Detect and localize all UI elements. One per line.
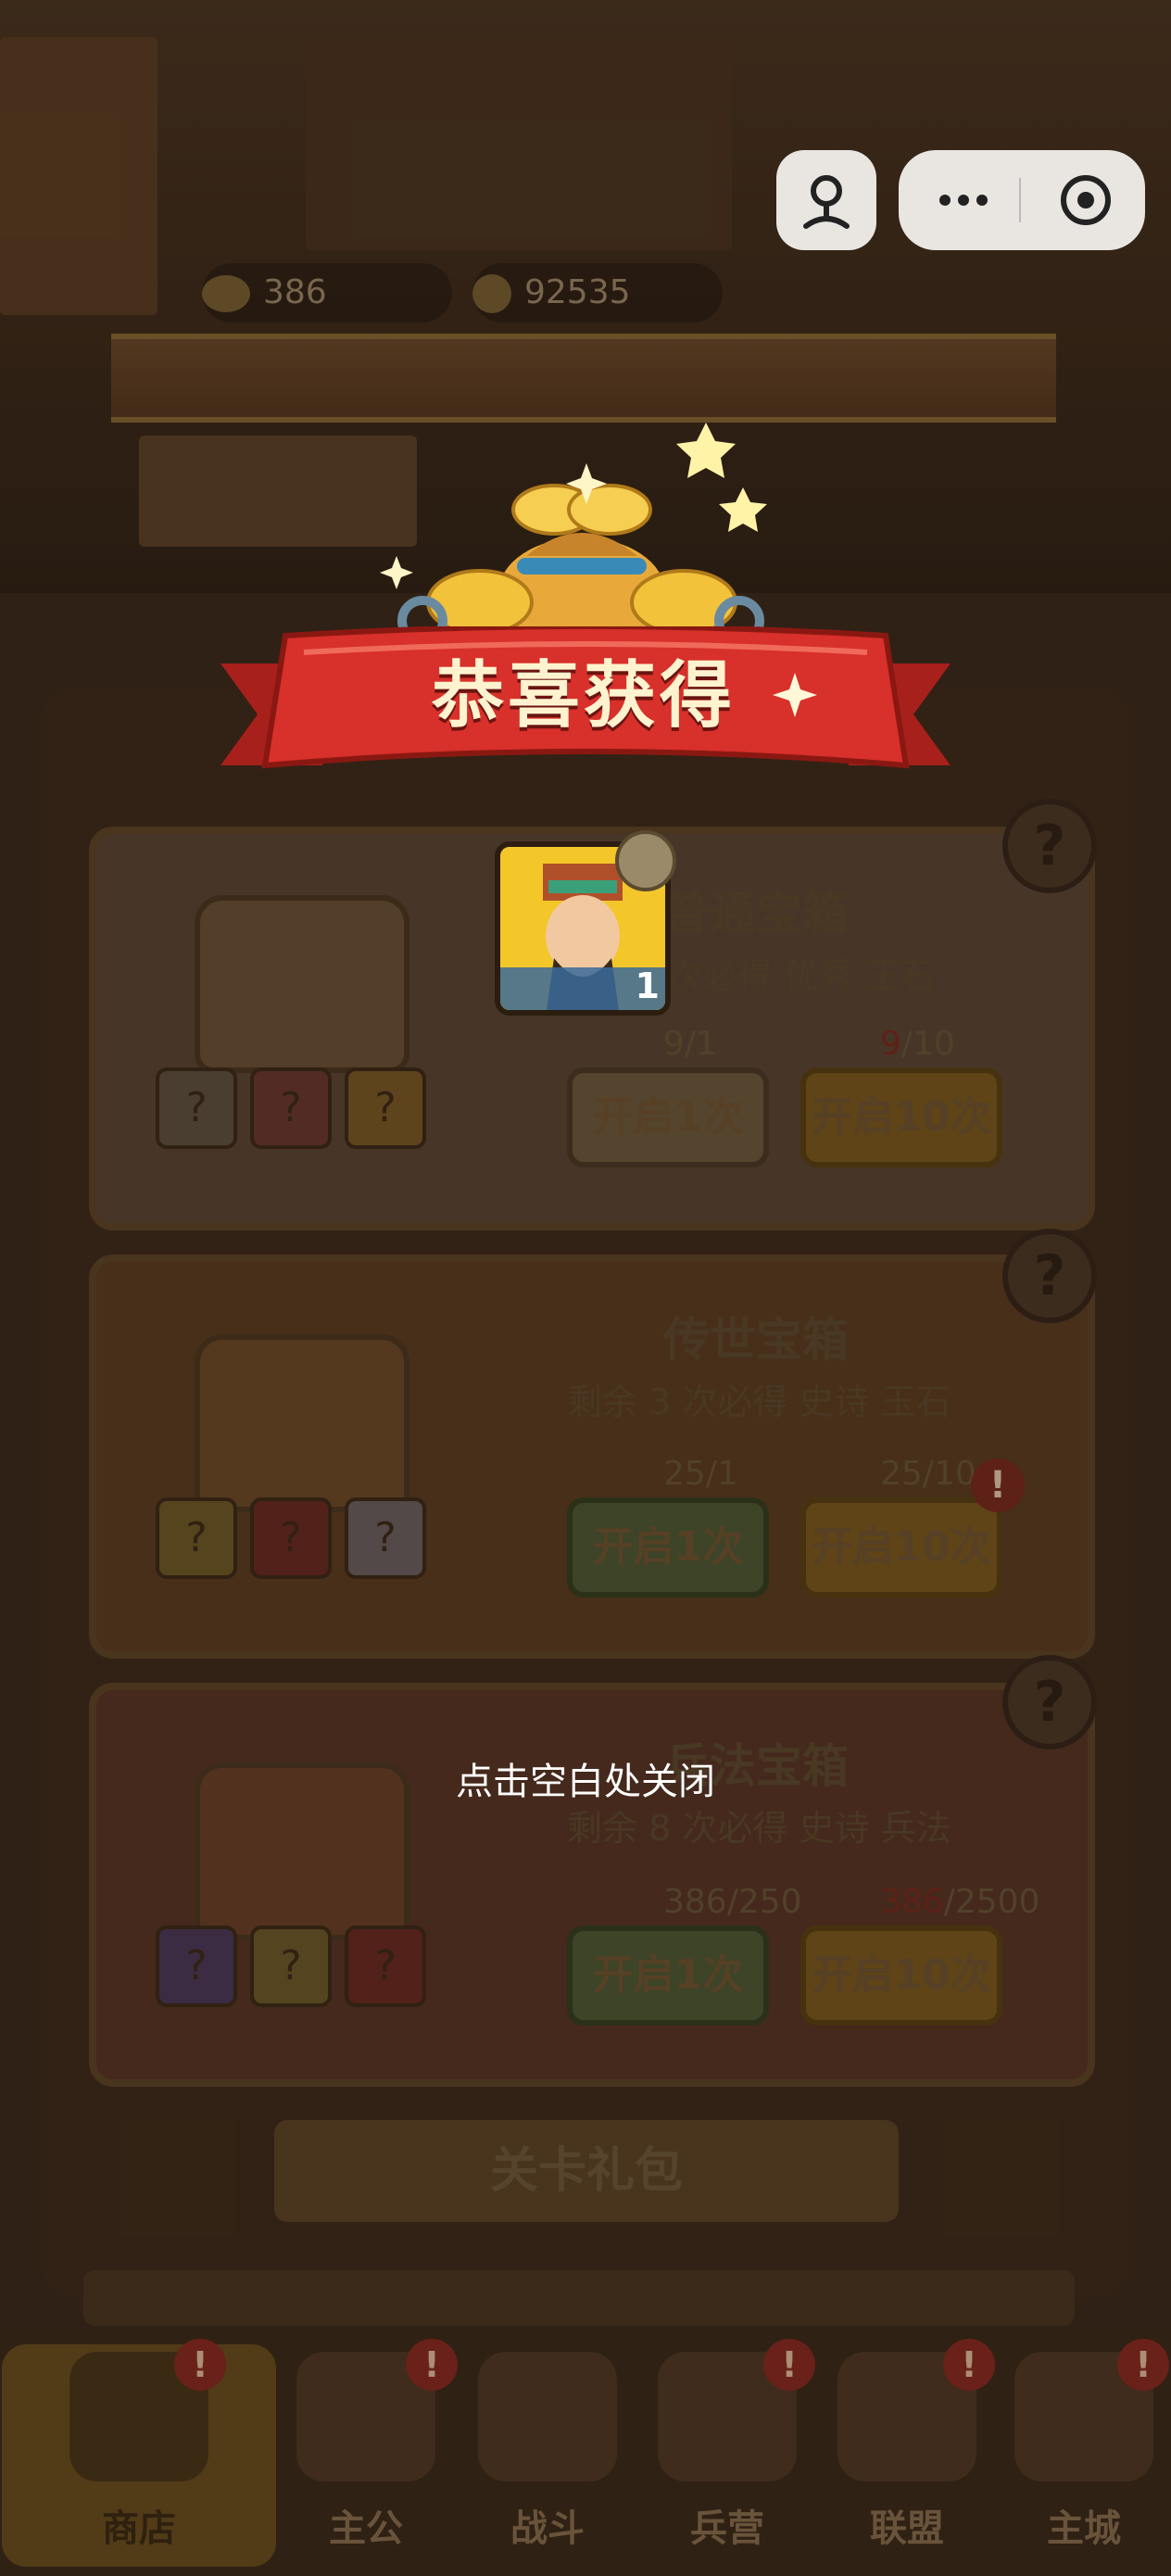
more-button[interactable] [917,150,1010,250]
game-controller-button[interactable] [776,150,876,250]
capsule-menu [899,150,1145,250]
sparkle-stars-icon [676,423,767,532]
target-circle-icon [1061,175,1111,225]
capsule-divider [1019,178,1021,222]
modal-backdrop[interactable] [0,0,1171,2576]
close-miniprogram-button[interactable] [1038,150,1130,250]
more-dots-icon [939,195,988,206]
popup-title: 恭喜获得 [431,654,736,738]
tap-to-close-hint: 点击空白处关闭 [456,1761,715,1803]
reward-count: 1 [635,966,660,1006]
joystick-icon [803,175,850,229]
quality-leaf-icon [615,830,676,891]
